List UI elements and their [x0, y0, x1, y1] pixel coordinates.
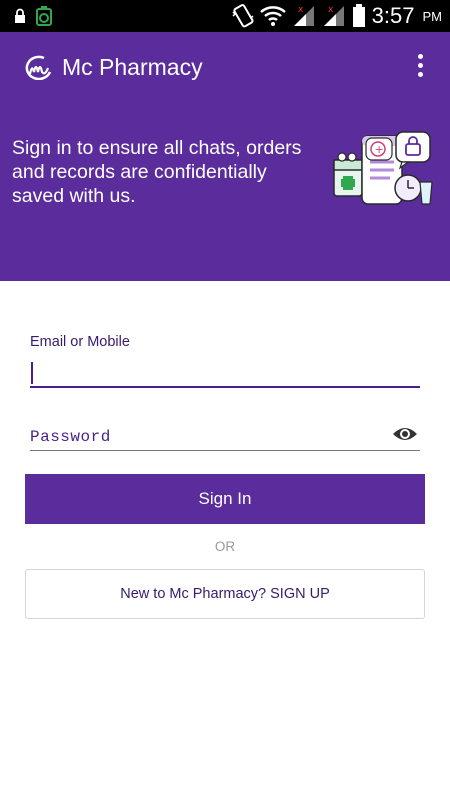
- email-label: Email or Mobile: [30, 334, 130, 350]
- text-caret: [31, 362, 33, 384]
- mc-logo-icon: [25, 55, 52, 80]
- wifi-icon: [259, 6, 286, 26]
- lock-icon: [15, 8, 25, 23]
- sign-up-button[interactable]: New to Mc Pharmacy? SIGN UP: [25, 569, 425, 619]
- status-time: 3:57: [371, 3, 415, 28]
- sign-in-button[interactable]: Sign In: [25, 474, 425, 524]
- header: Mc Pharmacy Sign in to ensure all chats,…: [0, 32, 450, 281]
- status-ampm: PM: [422, 8, 443, 24]
- vibrate-icon: [232, 4, 254, 28]
- more-vert-icon[interactable]: [410, 54, 430, 80]
- status-bar: x x 3:57 PM: [0, 0, 450, 32]
- svg-text:x: x: [328, 5, 334, 15]
- password-field[interactable]: [30, 423, 420, 451]
- status-left-icons: [14, 6, 52, 26]
- hero-text: Sign in to ensure all chats, orders and …: [12, 137, 302, 207]
- secure-pharmacy-illustration: +: [333, 131, 433, 205]
- signal-icon: x: [293, 5, 314, 26]
- eye-icon[interactable]: [392, 425, 418, 443]
- battery-icon: [352, 4, 365, 27]
- email-field[interactable]: [30, 360, 420, 388]
- svg-text:x: x: [298, 5, 304, 15]
- signal-icon: x: [323, 5, 344, 26]
- or-divider: OR: [214, 539, 236, 554]
- battery-saver-icon: [36, 6, 52, 26]
- app-title: Mc Pharmacy: [62, 54, 203, 80]
- status-right-icons: x x 3:57 PM: [232, 3, 442, 29]
- svg-text:+: +: [375, 143, 384, 156]
